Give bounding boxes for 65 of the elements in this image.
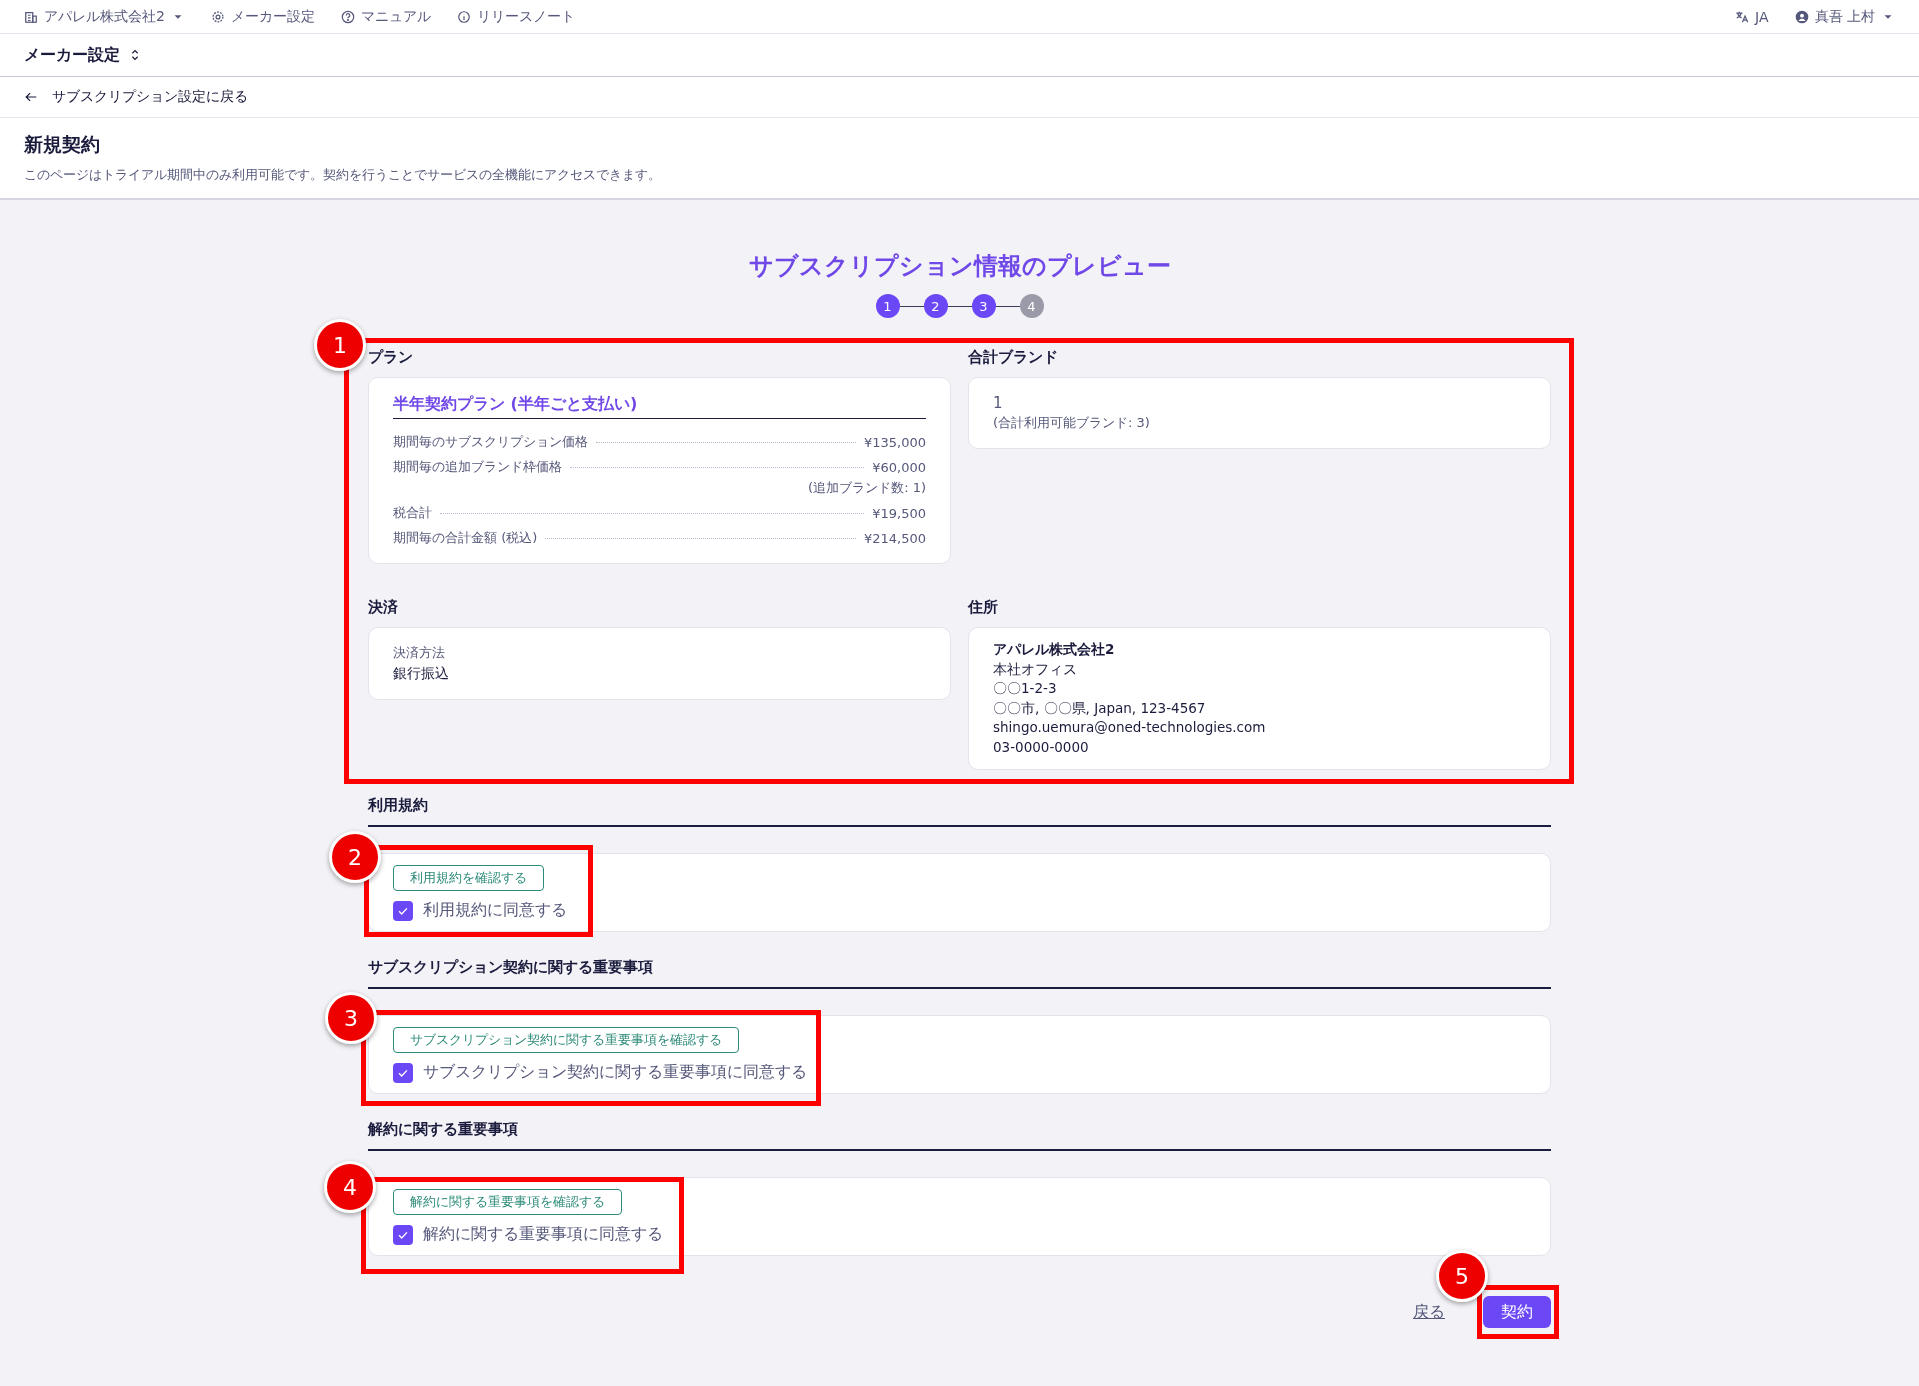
price-value: ¥135,000 [863, 434, 926, 450]
view-document-button[interactable]: サブスクリプション契約に関する重要事項を確認する [393, 1027, 739, 1054]
price-label: 期間毎の合計金額 (税込) [393, 529, 538, 547]
price-label: 期間毎の追加ブランド枠価格 [393, 458, 562, 476]
plan-name: 半年契約プラン (半年ごと支払い) [393, 394, 926, 419]
building-icon [24, 9, 38, 24]
annotation-badge: 3 [325, 992, 377, 1044]
annotation-badge: 5 [1436, 1250, 1488, 1302]
price-label: 期間毎のサブスクリプション価格 [393, 433, 588, 451]
translate-icon [1735, 9, 1750, 24]
submit-button[interactable]: 契約 [1483, 1296, 1551, 1329]
brand-note: (合計利用可能ブランド: 3) [993, 414, 1151, 432]
page-description: このページはトライアル期間中のみ利用可能です。契約を行うことでサービスの全機能にアクセスできます。 [24, 166, 662, 184]
section-heading: 合計ブランド [968, 348, 1059, 367]
step-indicator: 4 [1019, 294, 1044, 318]
section-heading: 住所 [968, 598, 999, 617]
checkbox[interactable] [393, 1224, 413, 1245]
brand-count: 1 [993, 394, 1004, 412]
user-menu[interactable]: 真吾 上村 [1814, 7, 1875, 26]
page-title: 新規契約 [24, 132, 101, 157]
back-arrow-icon [24, 90, 38, 104]
address-line: 本社オフィス [993, 659, 1078, 679]
company-switcher[interactable]: アパレル株式会社2 [44, 7, 165, 26]
section-heading: サブスクリプション契約に関する重要事項 [368, 958, 1551, 990]
price-label: 税合計 [393, 504, 432, 522]
preview-title: サブスクリプション情報のプレビュー [747, 251, 1172, 282]
checkbox-label: 利用規約に同意する [423, 900, 567, 922]
address-line: 03-0000-0000 [993, 737, 1090, 757]
nav-link[interactable]: リリースノート [476, 7, 575, 26]
price-value: ¥60,000 [872, 459, 926, 475]
address-line: 〇〇市, 〇〇県, Japan, 123-4567 [993, 698, 1207, 718]
step-indicator: 3 [971, 294, 996, 318]
nav-link[interactable]: メーカー設定 [230, 7, 315, 26]
language-selector[interactable]: JA [1755, 8, 1769, 25]
price-value: ¥214,500 [863, 530, 926, 546]
checkbox-label: サブスクリプション契約に関する重要事項に同意する [423, 1062, 807, 1084]
context-selector[interactable]: メーカー設定 [24, 44, 120, 66]
step-indicator: 1 [875, 294, 900, 318]
user-icon [1794, 9, 1809, 24]
address-line: 〇〇1-2-3 [993, 679, 1058, 699]
step-indicator: 2 [923, 294, 948, 318]
checkbox[interactable] [393, 900, 413, 921]
address-company: アパレル株式会社2 [993, 640, 1116, 659]
price-value: ¥19,500 [872, 505, 926, 521]
section-heading: 決済 [368, 598, 399, 617]
section-heading: プラン [368, 348, 414, 367]
annotation-badge: 1 [314, 319, 366, 371]
view-document-button[interactable]: 解約に関する重要事項を確認する [393, 1189, 622, 1216]
back-link[interactable]: サブスクリプション設定に戻る [52, 88, 248, 106]
checkbox[interactable] [393, 1062, 413, 1083]
help-icon [340, 9, 355, 24]
price-note: (追加ブランド数: 1) [807, 479, 926, 497]
payment-label: 決済方法 [393, 644, 446, 662]
nav-link[interactable]: マニュアル [360, 7, 431, 26]
info-icon [456, 9, 471, 24]
section-heading: 解約に関する重要事項 [368, 1120, 1551, 1152]
back-link[interactable]: 戻る [1413, 1301, 1445, 1323]
address-line: shingo.uemura@oned-technologies.com [993, 718, 1267, 738]
annotation-badge: 2 [329, 831, 381, 883]
payment-method: 銀行振込 [393, 665, 450, 683]
view-document-button[interactable]: 利用規約を確認する [393, 865, 544, 892]
annotation-badge: 4 [324, 1161, 376, 1213]
checkbox-label: 解約に関する重要事項に同意する [423, 1224, 663, 1246]
section-heading: 利用規約 [368, 796, 1551, 828]
settings-icon [210, 9, 225, 24]
